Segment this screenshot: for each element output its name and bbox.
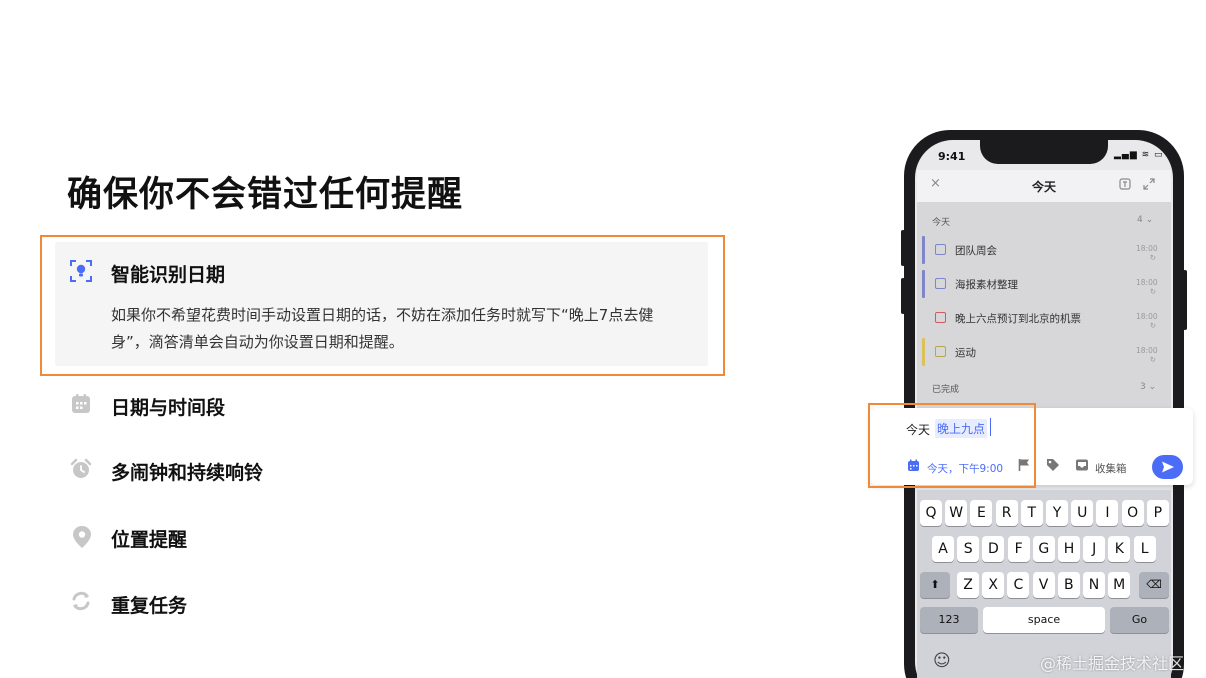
key-w[interactable]: W — [945, 500, 968, 526]
status-icons: ▂▄▆ ≋ ▭ — [1114, 150, 1164, 160]
key-s[interactable]: S — [957, 536, 980, 562]
shift-key[interactable]: ⬆ — [920, 572, 950, 598]
task-checkbox[interactable] — [935, 346, 946, 357]
key-r[interactable]: R — [995, 500, 1018, 526]
key-a[interactable]: A — [932, 536, 954, 562]
key-o[interactable]: O — [1121, 500, 1144, 526]
section-count-today[interactable]: 4 ⌄ — [1137, 215, 1153, 225]
key-u[interactable]: U — [1071, 500, 1094, 526]
feature-title-location[interactable]: 位置提醒 — [111, 525, 187, 552]
key-c[interactable]: C — [1007, 572, 1030, 598]
key-z[interactable]: Z — [957, 572, 979, 598]
section-label-today: 今天 — [932, 218, 951, 228]
feature-title-alarms[interactable]: 多闹钟和持续响铃 — [111, 458, 263, 485]
key-f[interactable]: F — [1007, 536, 1030, 562]
task-time: 18:00 ↻ — [1136, 244, 1158, 262]
alarm-clock-icon — [70, 458, 94, 482]
task-priority-bar — [922, 236, 925, 264]
watermark: @稀土掘金技术社区 — [1040, 654, 1185, 673]
expand-icon[interactable] — [1143, 178, 1155, 193]
key-t[interactable]: T — [1020, 500, 1043, 526]
task-title[interactable]: 晚上六点预订到北京的机票 — [955, 311, 1081, 326]
key-m[interactable]: M — [1108, 572, 1131, 598]
feature-description: 如果你不希望花费时间手动设置日期的话，不妨在添加任务时就写下“晚上7点去健身”，… — [111, 306, 654, 351]
highlight-frame — [868, 403, 1036, 488]
key-b[interactable]: B — [1057, 572, 1080, 598]
task-priority-bar — [922, 270, 925, 298]
task-checkbox[interactable] — [935, 244, 946, 255]
key-j[interactable]: J — [1083, 536, 1106, 562]
task-title[interactable]: 运动 — [955, 345, 976, 360]
send-icon — [1161, 461, 1174, 473]
key-k[interactable]: K — [1108, 536, 1131, 562]
key-q[interactable]: Q — [920, 500, 942, 526]
tag-icon[interactable] — [1046, 458, 1060, 476]
task-time: 18:00 ↻ — [1136, 312, 1158, 330]
page-title: 确保你不会错过任何提醒 — [67, 175, 464, 215]
task-checkbox[interactable] — [935, 312, 946, 323]
key-h[interactable]: H — [1058, 536, 1080, 562]
smart-recognition-icon — [69, 259, 93, 283]
emoji-icon[interactable]: ☺ — [933, 651, 951, 671]
feature-title-repeat[interactable]: 重复任务 — [111, 591, 187, 618]
app-header-title: 今天 — [1032, 180, 1057, 194]
inbox-label[interactable]: 收集箱 — [1095, 461, 1127, 476]
task-checkbox[interactable] — [935, 278, 946, 289]
key-g[interactable]: G — [1032, 536, 1055, 562]
section-count-completed[interactable]: 3 ⌄ — [1140, 382, 1156, 392]
feature-title-smart-date[interactable]: 智能识别日期 — [111, 260, 225, 287]
text-format-icon[interactable] — [1119, 178, 1131, 193]
key-d[interactable]: D — [982, 536, 1005, 562]
task-priority-bar — [922, 338, 925, 366]
section-label-completed: 已完成 — [932, 385, 960, 395]
key-n[interactable]: N — [1083, 572, 1105, 598]
key-v[interactable]: V — [1032, 572, 1055, 598]
go-key[interactable]: Go — [1110, 607, 1169, 633]
send-button[interactable] — [1152, 455, 1183, 479]
status-time: 9:41 — [938, 150, 966, 163]
key-e[interactable]: E — [970, 500, 993, 526]
location-pin-icon — [71, 525, 95, 549]
task-title[interactable]: 团队周会 — [955, 243, 997, 258]
inbox-icon[interactable] — [1075, 458, 1089, 476]
task-time: 18:00 ↻ — [1136, 346, 1158, 364]
task-time: 18:00 ↻ — [1136, 278, 1158, 296]
key-i[interactable]: I — [1096, 500, 1119, 526]
key-y[interactable]: Y — [1046, 500, 1068, 526]
feature-title-date-range[interactable]: 日期与时间段 — [111, 393, 225, 420]
task-list — [917, 202, 1171, 412]
key-l[interactable]: L — [1133, 536, 1156, 562]
backspace-key[interactable]: ⌫ — [1139, 572, 1169, 598]
numbers-key[interactable]: 123 — [920, 607, 978, 633]
repeat-icon — [70, 590, 94, 614]
space-key[interactable]: space — [983, 607, 1105, 633]
calendar-icon — [70, 393, 94, 417]
key-x[interactable]: X — [982, 572, 1005, 598]
key-p[interactable]: P — [1146, 500, 1169, 526]
phone-notch — [980, 140, 1108, 164]
task-title[interactable]: 海报素材整理 — [955, 277, 1018, 292]
close-icon[interactable]: × — [930, 176, 941, 191]
